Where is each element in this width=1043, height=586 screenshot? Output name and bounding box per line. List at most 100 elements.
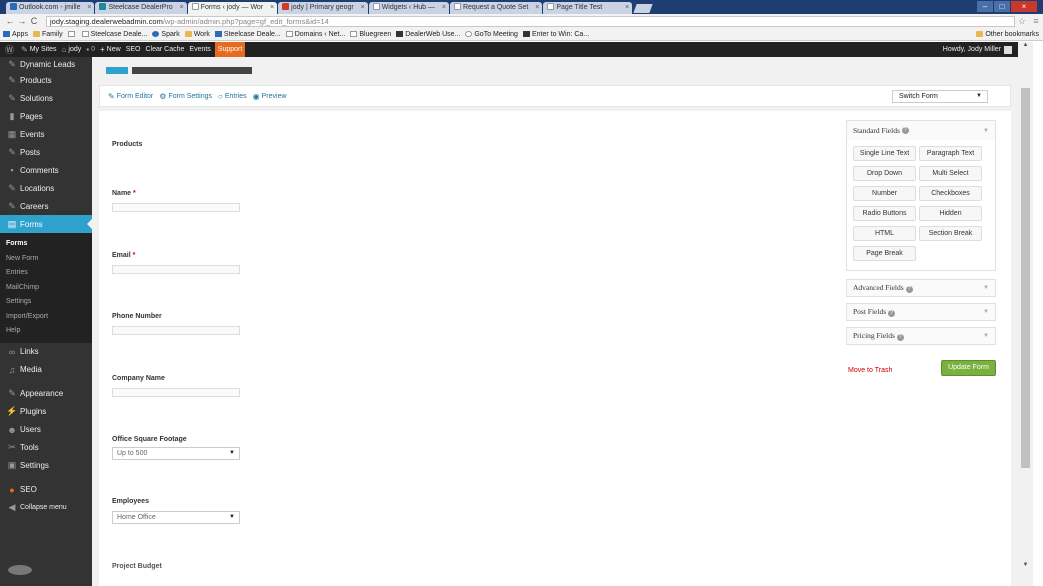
browser-tab[interactable]: Outlook.com - jmille × xyxy=(6,2,95,14)
form-settings-link[interactable]: ⚙ Form Settings xyxy=(159,92,212,101)
close-tab-icon[interactable]: × xyxy=(535,2,539,14)
menu-pages[interactable]: ▮ Pages xyxy=(0,107,92,125)
events-link[interactable]: Events xyxy=(189,46,210,53)
preview-link[interactable]: ◉ Preview xyxy=(253,92,287,101)
menu-dynamic-leads[interactable]: ✎ Dynamic Leads xyxy=(0,57,92,71)
forward-icon[interactable]: → xyxy=(16,16,28,26)
bookmark-item[interactable] xyxy=(67,31,77,37)
bookmark-item[interactable]: Steelcase Deale... xyxy=(214,31,281,38)
bookmark-item[interactable]: DealerWeb Use... xyxy=(396,31,460,38)
clipped-button[interactable] xyxy=(106,67,128,74)
new-tab-button[interactable] xyxy=(633,4,653,13)
help-icon[interactable]: ? xyxy=(888,310,896,317)
menu-forms[interactable]: ▤ Forms xyxy=(0,215,92,233)
support-link[interactable]: Support xyxy=(214,42,246,57)
name-field[interactable] xyxy=(112,203,240,212)
close-window-icon[interactable]: × xyxy=(1011,1,1037,12)
add-hidden-button[interactable]: Hidden xyxy=(919,206,982,221)
menu-comments[interactable]: ▪ Comments xyxy=(0,161,92,179)
entries-link[interactable]: ○ Entries xyxy=(218,92,247,101)
browser-tab[interactable]: Steelcase DealerPro × xyxy=(95,2,187,14)
browser-tab-active[interactable]: Forms ‹ jody — Wor × xyxy=(187,2,278,14)
comments-link[interactable]: ▪ 0 xyxy=(86,45,95,54)
pricing-fields-panel[interactable]: Pricing Fields ? ▼ xyxy=(846,327,996,345)
collapse-menu[interactable]: ◀ Collapse menu xyxy=(0,499,92,517)
browser-tab[interactable]: Widgets ‹ Hub — × xyxy=(368,2,449,14)
add-html-button[interactable]: HTML xyxy=(853,226,916,241)
bookmark-item[interactable]: Spark xyxy=(152,31,180,38)
add-multi-select-button[interactable]: Multi Select xyxy=(919,166,982,181)
submenu-settings[interactable]: Settings xyxy=(0,295,92,310)
close-tab-icon[interactable]: × xyxy=(442,2,446,14)
help-icon[interactable]: ? xyxy=(896,334,904,341)
add-number-button[interactable]: Number xyxy=(853,186,916,201)
chrome-menu-icon[interactable]: ≡ xyxy=(1029,16,1043,26)
add-single-line-text-button[interactable]: Single Line Text xyxy=(853,146,916,161)
email-field[interactable] xyxy=(112,265,240,274)
menu-posts[interactable]: ✎ Posts xyxy=(0,143,92,161)
maximize-icon[interactable]: □ xyxy=(994,1,1010,12)
add-drop-down-button[interactable]: Drop Down xyxy=(853,166,916,181)
scroll-down-icon[interactable]: ▼ xyxy=(1018,562,1033,572)
bookmark-item[interactable]: Enter to Win: Ca... xyxy=(522,31,589,38)
seo-link[interactable]: SEO xyxy=(126,46,141,53)
bookmark-apps[interactable]: Apps xyxy=(3,31,28,38)
advanced-fields-panel[interactable]: Advanced Fields ? ▼ xyxy=(846,279,996,297)
menu-media[interactable]: ♫ Media xyxy=(0,361,92,379)
close-tab-icon[interactable]: × xyxy=(180,2,184,14)
submenu-entries[interactable]: Entries xyxy=(0,266,92,281)
clipped-button[interactable] xyxy=(132,67,252,74)
url-field[interactable]: jody.staging.dealerwebadmin.com/wp-admin… xyxy=(46,15,1015,27)
menu-careers[interactable]: ✎ Careers xyxy=(0,197,92,215)
submenu-help[interactable]: Help xyxy=(0,324,92,339)
menu-settings[interactable]: ▣ Settings xyxy=(0,457,92,475)
submenu-forms[interactable]: Forms xyxy=(0,237,92,252)
move-to-trash-link[interactable]: Move to Trash xyxy=(848,367,892,374)
account-menu[interactable]: Howdy, Jody Miller xyxy=(943,45,1012,54)
bookmark-item[interactable]: Steelcase Deale... xyxy=(81,31,147,38)
bookmark-folder[interactable]: Work xyxy=(184,31,210,38)
add-page-break-button[interactable]: Page Break xyxy=(853,246,916,261)
back-icon[interactable]: ← xyxy=(4,16,16,26)
add-paragraph-text-button[interactable]: Paragraph Text xyxy=(919,146,982,161)
browser-tab[interactable]: Page Title Test × xyxy=(543,2,633,14)
help-icon[interactable]: ? xyxy=(901,127,909,134)
submenu-new-form[interactable]: New Form xyxy=(0,252,92,267)
scroll-up-icon[interactable]: ▲ xyxy=(1018,42,1033,52)
submenu-mailchimp[interactable]: MailChimp xyxy=(0,281,92,296)
add-checkboxes-button[interactable]: Checkboxes xyxy=(919,186,982,201)
other-bookmarks[interactable]: Other bookmarks xyxy=(976,31,1039,38)
form-editor-link[interactable]: ✎ Form Editor xyxy=(108,92,153,101)
menu-solutions[interactable]: ✎ Solutions xyxy=(0,89,92,107)
wordpress-logo-icon[interactable]: Ⓦ xyxy=(5,43,16,56)
menu-seo[interactable]: ● SEO xyxy=(0,481,92,499)
menu-locations[interactable]: ✎ Locations xyxy=(0,179,92,197)
update-form-button[interactable]: Update Form xyxy=(941,360,996,376)
close-tab-icon[interactable]: × xyxy=(87,2,91,14)
bookmark-item[interactable]: Domains ‹ Net... xyxy=(285,31,345,38)
bookmark-item[interactable]: GoTo Meeting xyxy=(465,31,518,38)
menu-links[interactable]: ∞ Links xyxy=(0,343,92,361)
menu-products[interactable]: ✎ Products xyxy=(0,71,92,89)
menu-users[interactable]: ☻ Users xyxy=(0,421,92,439)
menu-tools[interactable]: ✂ Tools xyxy=(0,439,92,457)
page-scrollbar[interactable]: ▲ ▼ xyxy=(1018,42,1033,586)
footage-select[interactable]: Up to 500 ▼ xyxy=(112,447,240,460)
reload-icon[interactable]: C xyxy=(28,16,40,26)
browser-tab[interactable]: Request a Quote Set × xyxy=(449,2,543,14)
menu-plugins[interactable]: ⚡ Plugins xyxy=(0,403,92,421)
phone-field[interactable] xyxy=(112,326,240,335)
company-field[interactable] xyxy=(112,388,240,397)
new-link[interactable]: + New xyxy=(100,45,121,54)
site-link[interactable]: ⌂ jody xyxy=(62,45,82,54)
minimize-icon[interactable]: – xyxy=(977,1,993,12)
standard-fields-header[interactable]: Standard Fields ? ▼ xyxy=(847,121,995,140)
switch-form-select[interactable]: Switch Form ▼ xyxy=(892,90,988,103)
employees-select[interactable]: Home Office ▼ xyxy=(112,511,240,524)
bookmark-star-icon[interactable]: ☆ xyxy=(1015,16,1029,27)
close-tab-icon[interactable]: × xyxy=(361,2,365,14)
bookmark-folder[interactable]: Family xyxy=(32,31,63,38)
close-tab-icon[interactable]: × xyxy=(625,2,629,14)
scrollbar-thumb[interactable] xyxy=(1021,88,1030,468)
close-tab-icon[interactable]: × xyxy=(270,2,274,14)
